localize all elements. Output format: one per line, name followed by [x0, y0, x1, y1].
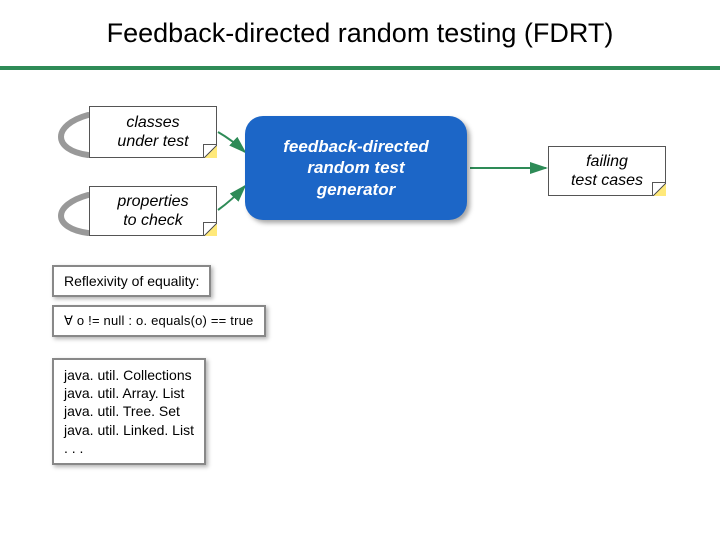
- note-failing-label: failingtest cases: [571, 152, 643, 190]
- callout-class-list: java. util. Collections java. util. Arra…: [52, 358, 206, 465]
- list-item: java. util. Array. List: [64, 384, 194, 402]
- page-fold-icon: [203, 222, 217, 236]
- list-item: . . .: [64, 439, 194, 457]
- arrow-classes-to-generator: [218, 132, 245, 152]
- note-properties-to-check: propertiesto check: [89, 186, 217, 236]
- title-underline: [0, 66, 720, 70]
- list-item: java. util. Tree. Set: [64, 402, 194, 420]
- page-fold-icon: [652, 182, 666, 196]
- list-item: java. util. Linked. List: [64, 421, 194, 439]
- page-fold-icon: [203, 144, 217, 158]
- note-classes-under-test: classesunder test: [89, 106, 217, 158]
- callout-reflexivity-heading: Reflexivity of equality:: [52, 265, 211, 297]
- arrow-properties-to-generator: [218, 186, 245, 210]
- note-classes-label: classesunder test: [117, 113, 188, 151]
- swoosh-classes-note: [61, 115, 88, 155]
- swoosh-properties-note: [61, 195, 88, 233]
- list-item: java. util. Collections: [64, 366, 194, 384]
- note-properties-label: propertiesto check: [117, 192, 188, 230]
- callout-equals-rule: ∀ o != null : o. equals(o) == true: [52, 305, 266, 337]
- slide-title: Feedback-directed random testing (FDRT): [0, 18, 720, 49]
- note-failing-test-cases: failingtest cases: [548, 146, 666, 196]
- generator-box: feedback-directedrandom testgenerator: [245, 116, 467, 220]
- generator-label: feedback-directedrandom testgenerator: [283, 136, 429, 200]
